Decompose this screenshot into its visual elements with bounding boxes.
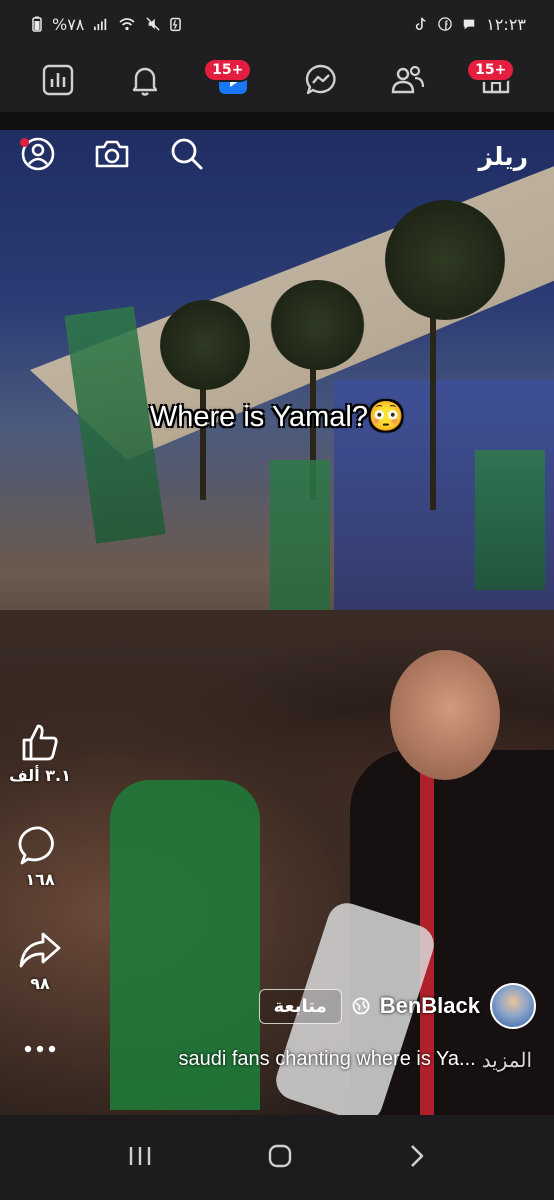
palm-leaves (385, 200, 505, 320)
more-options-button[interactable] (8, 1042, 72, 1056)
video-badge: 15+ (203, 58, 253, 82)
share-count: ٩٨ (30, 974, 50, 993)
top-nav: 15+ 15+ (0, 48, 554, 112)
more-dots-icon (24, 1045, 56, 1053)
video-text-overlay: Where is Yamal?😳 (149, 401, 405, 433)
reel-header: ريلز (0, 130, 554, 180)
battery-icon (32, 16, 42, 32)
recent-apps-icon (129, 1146, 151, 1165)
battery-percent: %٧٨ (52, 14, 85, 34)
messenger-icon (305, 64, 336, 95)
tiktok-icon (416, 17, 426, 31)
status-bar: %٧٨ ١٢:٢٣ (0, 0, 554, 48)
search-icon (171, 138, 203, 170)
like-action[interactable]: ٣.١ ألف (8, 720, 72, 785)
reel-video[interactable]: Where is Yamal?😳 ريلز ٣.١ ألف ١٦٨ ٩٨ متا… (0, 130, 554, 1115)
status-right: ١٢:٢٣ (414, 15, 526, 34)
nav-video[interactable]: 15+ (203, 56, 257, 104)
recent-apps-button[interactable] (127, 1144, 153, 1172)
home-badge: 15+ (466, 58, 516, 82)
status-left: %٧٨ (32, 14, 182, 34)
bar-chart-icon (42, 64, 74, 96)
follow-button[interactable]: متابعة (258, 988, 342, 1024)
see-more-link[interactable]: المزيد (482, 1048, 532, 1073)
home-button[interactable] (267, 1143, 293, 1173)
nav-notifications[interactable] (121, 56, 169, 104)
profile-button[interactable] (20, 136, 56, 172)
chevron-right-icon (411, 1144, 424, 1167)
search-button[interactable] (169, 136, 205, 172)
description-row[interactable]: saudi fans chanting where is Ya... المزي… (178, 1048, 532, 1073)
author-avatar[interactable] (490, 983, 536, 1029)
back-button[interactable] (407, 1143, 427, 1173)
battery-saver-icon (170, 17, 182, 32)
android-nav-bar (0, 1115, 554, 1200)
comment-action[interactable]: ١٦٨ (8, 824, 72, 889)
share-action[interactable]: ٩٨ (8, 928, 72, 993)
camera-icon (95, 140, 129, 168)
author-row: متابعة BenBlack (258, 980, 536, 1032)
comment-icon (18, 826, 54, 865)
description-text: saudi fans chanting where is Ya... (178, 1048, 476, 1070)
author-name[interactable]: BenBlack (380, 993, 480, 1019)
clock: ١٢:٢٣ (486, 14, 526, 34)
like-count: ٣.١ ألف (9, 766, 71, 785)
section-divider (0, 112, 554, 130)
reels-title: ريلز (478, 142, 528, 171)
wifi-icon (119, 18, 135, 31)
signal-icon (94, 18, 107, 31)
nav-friends[interactable] (384, 56, 432, 104)
home-circle-icon (268, 1144, 292, 1167)
nav-insights[interactable] (34, 56, 82, 104)
bell-icon (133, 67, 158, 96)
chat-icon (463, 19, 475, 30)
friends-icon (392, 65, 425, 94)
palm-leaves (270, 280, 365, 370)
nav-home[interactable]: 15+ (466, 56, 520, 104)
nav-messenger[interactable] (297, 56, 345, 104)
like-icon (22, 724, 58, 761)
mute-icon (146, 17, 161, 31)
camera-button[interactable] (94, 136, 130, 172)
notification-dot (20, 138, 29, 147)
globe-icon (352, 997, 370, 1015)
fan-face (390, 650, 500, 780)
share-icon (19, 932, 61, 968)
facebook-icon (438, 17, 453, 31)
comment-count: ١٦٨ (25, 870, 55, 889)
palm-leaves (160, 300, 250, 390)
flag (475, 450, 545, 590)
